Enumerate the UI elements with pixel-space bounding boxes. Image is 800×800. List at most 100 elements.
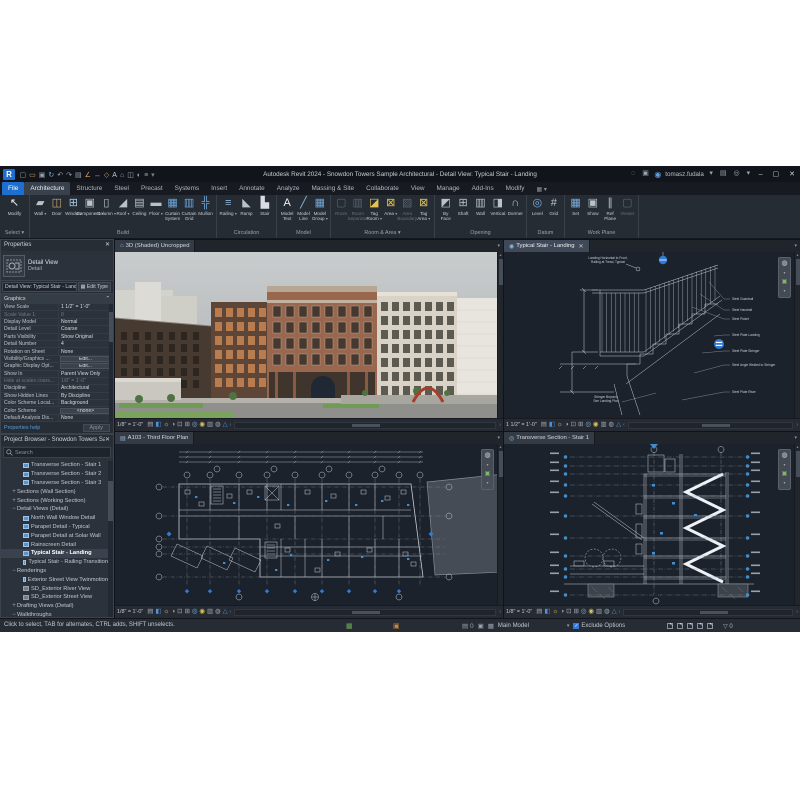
temporary-view-properties-icon[interactable]: ▥ — [207, 421, 213, 428]
type-selector[interactable]: Detail View Detail — [1, 251, 113, 281]
sun-settings-icon[interactable]: ☼ — [163, 608, 169, 615]
filter-icon[interactable]: ▽ 0 — [723, 623, 733, 630]
undo-icon[interactable]: ↶ — [57, 172, 63, 179]
account-icon[interactable]: ◉ — [654, 170, 661, 179]
apply-button[interactable]: Apply — [83, 424, 111, 432]
view-selector-combo[interactable]: Detail View: Typical Stair - Landin▾ — [2, 282, 77, 292]
save-icon[interactable]: ▣ — [39, 172, 46, 179]
navigation-bar[interactable]: ◍▾ ▣▾ — [778, 449, 791, 490]
project-browser-scrollbar[interactable] — [108, 461, 113, 617]
tool-vertical[interactable]: ◨Vertical — [489, 196, 506, 216]
pan-zoom-icon[interactable]: ▣ — [782, 470, 788, 478]
project-browser-header[interactable]: Project Browser - Snowdon Towers Sample … — [1, 435, 113, 446]
crop-view-icon[interactable]: ⊡ — [177, 608, 182, 615]
tree-item-typical-stair-railing-transition[interactable]: Typical Stair - Railing Transition — [1, 558, 108, 567]
addin-green-icon[interactable]: ▦ — [346, 622, 353, 630]
tool-dormer[interactable]: ∩Dormer — [507, 196, 524, 216]
property-value[interactable]: <none> — [60, 408, 111, 414]
tree-item-sections-wall-section[interactable]: +Sections (Wall Section) — [1, 487, 108, 496]
properties-help-link[interactable]: Properties help — [4, 425, 40, 431]
tree-item-sd-exterior-street-view[interactable]: SD_Exterior Street View — [1, 593, 108, 602]
render-icon[interactable]: ◐ — [137, 172, 141, 179]
hscroll-left-icon[interactable]: ‹ — [619, 609, 621, 615]
tool-railing[interactable]: ≡Railing ▾ — [219, 196, 237, 217]
sun-settings-icon[interactable]: ☼ — [557, 421, 563, 428]
viewport-stair-vscrollbar[interactable]: ▴ — [794, 252, 800, 418]
worksharing-display-icon[interactable]: ◍ — [215, 608, 221, 615]
new-doc-icon[interactable]: ▢ — [20, 172, 27, 179]
tab-3d-shaded-uncropped[interactable]: ⌂ 3D (Shaded) Uncropped — [115, 240, 195, 252]
tree-item-exterior-street-view-twinmotion[interactable]: Exterior Street View Twinmotion — [1, 575, 108, 584]
default-3d-view-icon[interactable]: ⌂ — [120, 172, 124, 179]
tool-by-face[interactable]: ◩ByFace — [437, 196, 454, 221]
section-collapse-icon[interactable]: ⌃ — [105, 294, 110, 304]
wheel-caret-icon[interactable]: ▾ — [783, 461, 785, 469]
design-option-caret-icon[interactable]: ▾ — [567, 623, 570, 629]
show-crop-region-icon[interactable]: ⊞ — [573, 608, 578, 615]
restore-button[interactable]: ▢ — [770, 170, 783, 178]
tree-item-renderings[interactable]: −Renderings — [1, 567, 108, 576]
temporary-view-properties-icon[interactable]: ▥ — [596, 608, 602, 615]
show-crop-region-icon[interactable]: ⊞ — [184, 608, 189, 615]
canvas-3d[interactable]: ▴ — [115, 252, 503, 418]
analytical-model-icon[interactable]: △ — [612, 608, 617, 615]
ribbon-tab-collaborate[interactable]: Collaborate — [360, 182, 405, 195]
properties-close-icon[interactable]: ✕ — [105, 240, 110, 251]
tool-show[interactable]: ▣Show — [584, 196, 601, 216]
navigation-bar[interactable]: ◍▾ ▣▾ — [778, 257, 791, 298]
property-value[interactable]: 1 1/2" = 1'-0" — [58, 304, 113, 310]
search-input[interactable]: Search — [3, 447, 111, 458]
ribbon-tab-manage[interactable]: Manage — [431, 182, 466, 195]
addin-orange-icon[interactable]: ▣ — [393, 622, 400, 630]
zoom-caret-icon[interactable]: ▾ — [486, 479, 488, 487]
viewport-section-hscrollbar[interactable] — [623, 609, 793, 616]
shadows-icon[interactable]: ◑ — [171, 608, 175, 615]
hscroll-left-icon[interactable]: ‹ — [230, 609, 232, 615]
scale-button[interactable]: 1/8" = 1'-0" — [117, 422, 143, 428]
properties-header[interactable]: Properties ✕ — [1, 240, 113, 251]
canvas-stair-detail[interactable]: Landing Horizontal to Front, Railing at … — [504, 252, 800, 418]
tree-item-detail-views-detail[interactable]: −Detail Views (Detail) — [1, 505, 108, 514]
tool-curtain-grid[interactable]: ▥CurtainGrid — [181, 196, 198, 221]
select-links-icon[interactable] — [667, 623, 673, 629]
viewport-section-vscrollbar[interactable]: ▴ — [794, 444, 800, 605]
property-value[interactable]: Background — [58, 400, 113, 406]
steering-wheel-icon[interactable]: ◍ — [484, 452, 490, 460]
tree-item-transverse-section-stair-1[interactable]: Transverse Section - Stair 1 — [1, 461, 108, 470]
temporary-hide-isolate-icon[interactable]: ◎ — [192, 608, 198, 615]
scale-button[interactable]: 1/8" = 1'-0" — [506, 609, 532, 615]
tool-door[interactable]: ◫Door — [49, 196, 66, 216]
tool-wall[interactable]: ▥Wall — [472, 196, 489, 216]
project-browser-close-icon[interactable]: ✕ — [105, 435, 110, 446]
reveal-hidden-elements-icon[interactable]: ◉ — [199, 608, 205, 615]
tool-column[interactable]: ▯Column ▾ — [98, 196, 115, 217]
active-design-option[interactable]: Main Model — [498, 623, 529, 629]
tab-transverse-section-stair-1[interactable]: ◎ Transverse Section - Stair 1 — [504, 432, 595, 444]
property-value[interactable]: Architectural — [58, 385, 113, 391]
autodesk-app-icon[interactable]: ▣ — [642, 166, 649, 182]
tool-level[interactable]: ◎Level — [529, 196, 546, 216]
zoom-caret-icon[interactable]: ▾ — [783, 479, 785, 487]
tree-item-typical-stair-landing[interactable]: Typical Stair - Landing — [1, 549, 108, 558]
worksharing-display-icon[interactable]: ◍ — [215, 421, 221, 428]
shadows-icon[interactable]: ◑ — [560, 608, 564, 615]
ribbon-tab-annotate[interactable]: Annotate — [233, 182, 271, 195]
temporary-hide-isolate-icon[interactable]: ◎ — [192, 421, 198, 428]
worksharing-display-icon[interactable]: ◍ — [609, 421, 615, 428]
select-pinned-icon[interactable] — [687, 623, 693, 629]
aligned-dimension-icon[interactable]: ↔ — [94, 172, 101, 179]
ribbon-tab-view[interactable]: View — [405, 182, 431, 195]
modify-options-icon[interactable]: ▦ ▾ — [536, 186, 546, 195]
open-folder-icon[interactable]: ▭ — [29, 172, 36, 179]
tree-item-transverse-section-stair-2[interactable]: Transverse Section - Stair 2 — [1, 470, 108, 479]
property-value[interactable]: 1/8" = 1'-0" — [58, 378, 113, 384]
property-value[interactable]: 4 — [58, 341, 113, 347]
hscroll-left-icon[interactable]: ‹ — [623, 422, 625, 428]
tool-ceiling[interactable]: ▤Ceiling — [131, 196, 148, 216]
close-button[interactable]: ✕ — [786, 170, 798, 178]
temporary-hide-isolate-icon[interactable]: ◎ — [581, 608, 587, 615]
viewport-plan-hscrollbar[interactable] — [234, 609, 496, 616]
tag-by-category-icon[interactable]: ◇ — [104, 172, 109, 179]
design-options-icon[interactable]: ▦ — [488, 622, 494, 630]
thin-lines-icon[interactable]: ≡ — [144, 172, 148, 179]
